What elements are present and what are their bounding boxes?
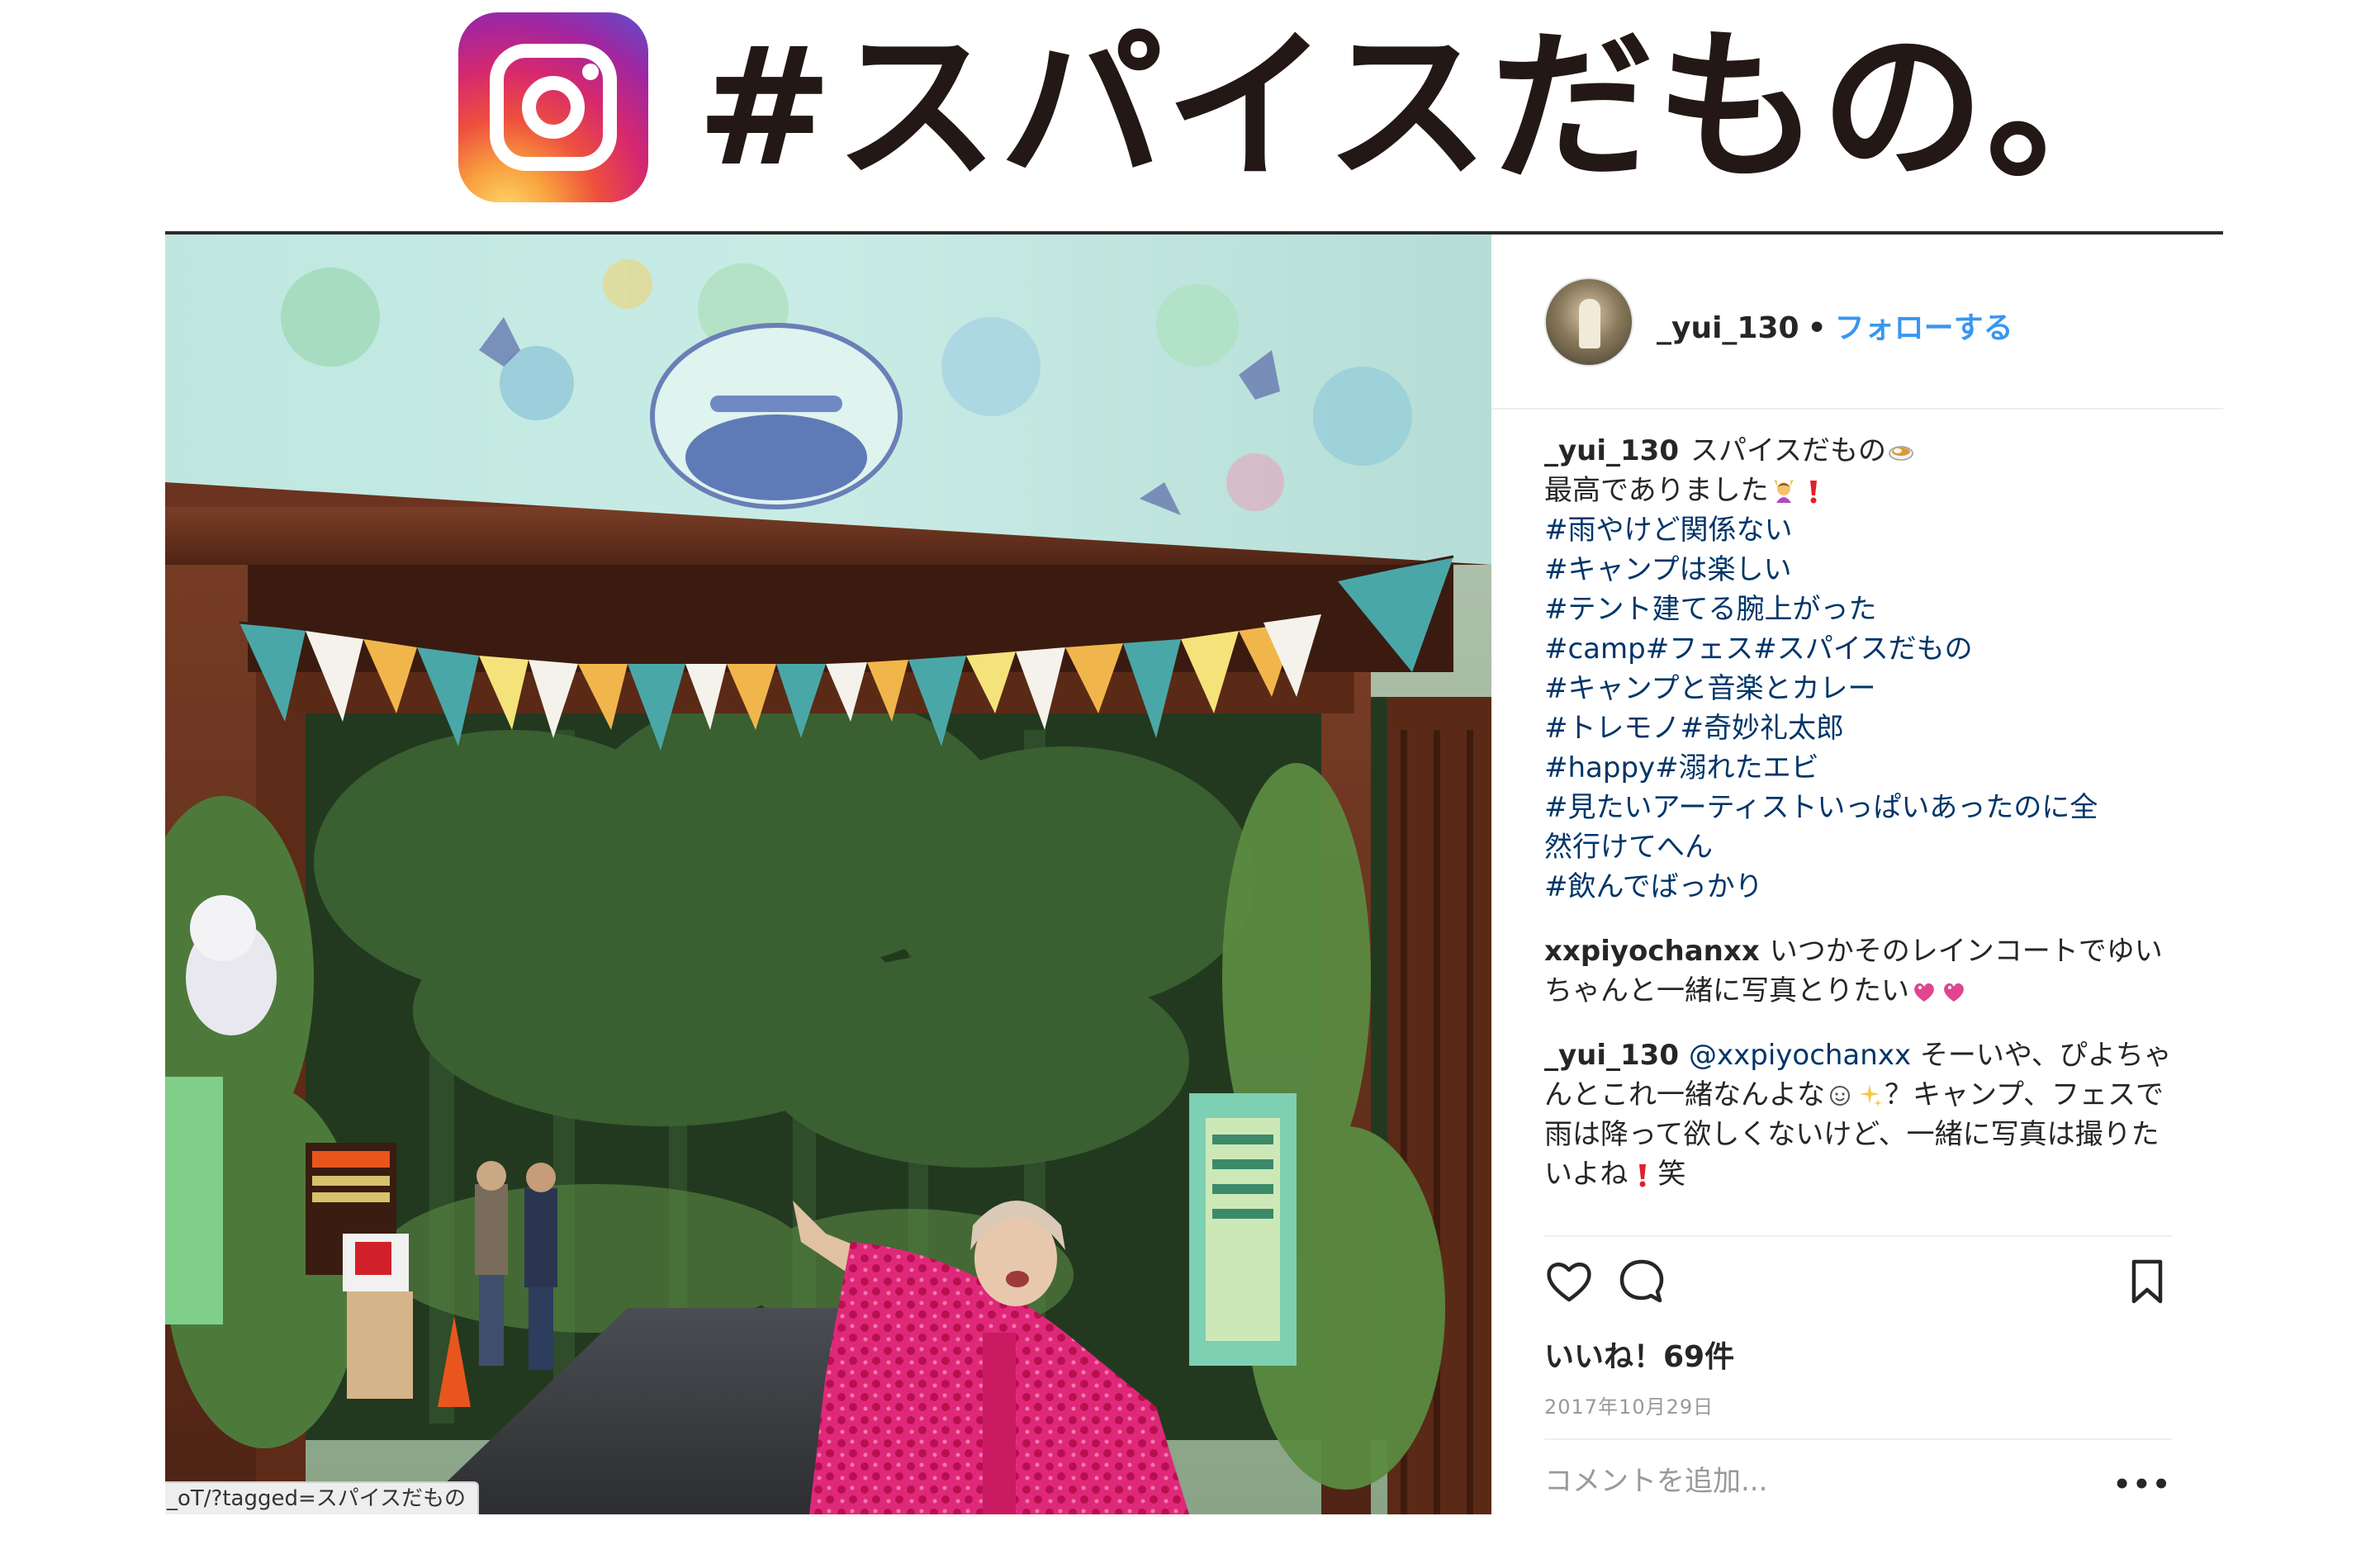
page-title: #スパイスだもの。 bbox=[696, 12, 2151, 202]
raising-hands-woman-emoji-icon bbox=[1773, 480, 1794, 503]
sparkling-heart-emoji-icon bbox=[1944, 983, 1964, 1002]
sparkles-emoji-icon bbox=[1860, 1084, 1882, 1107]
comment-username[interactable]: _yui_130 bbox=[1544, 1039, 1679, 1072]
curry-bowl-emoji-icon bbox=[1889, 446, 1913, 461]
caption-username[interactable]: _yui_130 bbox=[1544, 434, 1679, 467]
exclamation-emoji-icon bbox=[1809, 481, 1817, 504]
caption-text: スパイスだもの bbox=[1690, 434, 1886, 467]
caption-text-line-2: 最高でありました bbox=[1544, 474, 1769, 507]
exclamation-emoji-icon bbox=[1639, 1164, 1647, 1187]
post-header: _yui_130 • フォローする bbox=[1491, 235, 2223, 410]
divider bbox=[1544, 1438, 2172, 1440]
smiling-face-emoji-icon bbox=[1830, 1086, 1850, 1106]
post-date: 2017年10月29日 bbox=[1544, 1395, 1714, 1419]
post-side-panel: _yui_130 • フォローする _yui_130 スパイスだもの 最高でありました… bbox=[1491, 235, 2223, 1514]
header-separator: • bbox=[1807, 311, 1827, 345]
instagram-post: _oT/?tagged=スパイスだもの _yui_130 • フォローする _yui… bbox=[165, 231, 2223, 1514]
hashtag-line[interactable]: 然行けてへん bbox=[1544, 827, 2172, 867]
browser-status-url: _oT/?tagged=スパイスだもの bbox=[165, 1481, 479, 1514]
avatar[interactable] bbox=[1544, 277, 1633, 367]
post-caption: _yui_130 スパイスだもの 最高でありました #雨やけど関係ない #キャンプ… bbox=[1544, 431, 2172, 907]
add-comment-bar: ••• bbox=[1544, 1465, 2172, 1506]
sparkling-heart-emoji-icon bbox=[1914, 983, 1934, 1002]
comments-section: _yui_130 スパイスだもの 最高でありました #雨やけど関係ない #キャンプ… bbox=[1544, 431, 2172, 1194]
hashtag-line[interactable]: #camp#フェス#スパイスだもの bbox=[1544, 629, 2172, 669]
comment-text-end: 笑 bbox=[1657, 1158, 1686, 1191]
festival-entrance-photo bbox=[165, 235, 1491, 1514]
post-photo[interactable]: _oT/?tagged=スパイスだもの bbox=[165, 235, 1491, 1514]
bookmark-icon[interactable] bbox=[2122, 1257, 2172, 1306]
comment-item: xxpiyochanxx いつかそのレインコートでゆいちゃんと一緒に写真とりたい bbox=[1544, 931, 2172, 1011]
hashtag-line[interactable]: #トレモノ#奇妙礼太郎 bbox=[1544, 708, 2172, 748]
hashtag-line[interactable]: #見たいアーティストいっぱいあったのに全 bbox=[1544, 788, 2172, 827]
hashtag-line[interactable]: #キャンプと音楽とカレー bbox=[1544, 669, 2172, 708]
author-username[interactable]: _yui_130 bbox=[1657, 311, 1799, 345]
comment-item: _yui_130 @xxpiyochanxx そーいや、ぴよちゃんとこれ一緒なんよ… bbox=[1544, 1035, 2172, 1194]
hashtag-line[interactable]: #happy#溺れたエビ bbox=[1544, 748, 2172, 788]
post-actions bbox=[1544, 1257, 2172, 1306]
header-line: _yui_130 • フォローする bbox=[1657, 304, 2013, 347]
add-comment-input[interactable] bbox=[1544, 1465, 2073, 1498]
more-options-button[interactable]: ••• bbox=[2113, 1468, 2172, 1501]
hashtag-line[interactable]: #雨やけど関係ない bbox=[1544, 510, 2172, 550]
speech-bubble-icon[interactable] bbox=[1617, 1257, 1666, 1306]
divider bbox=[1544, 1235, 2172, 1237]
comment-mention[interactable]: @xxpiyochanxx bbox=[1689, 1039, 1911, 1072]
follow-button[interactable]: フォローする bbox=[1835, 311, 2013, 345]
likes-count[interactable]: いいね！69件 bbox=[1544, 1333, 1734, 1376]
hashtag-line[interactable]: #キャンプは楽しい bbox=[1544, 550, 2172, 590]
instagram-logo-icon bbox=[458, 12, 648, 202]
heart-icon[interactable] bbox=[1544, 1257, 1594, 1306]
hashtag-line[interactable]: #テント建てる腕上がった bbox=[1544, 590, 2172, 629]
comment-username[interactable]: xxpiyochanxx bbox=[1544, 935, 1760, 968]
title-banner: #スパイスだもの。 bbox=[458, 12, 2151, 203]
hashtag-line[interactable]: #飲んでばっかり bbox=[1544, 867, 2172, 907]
